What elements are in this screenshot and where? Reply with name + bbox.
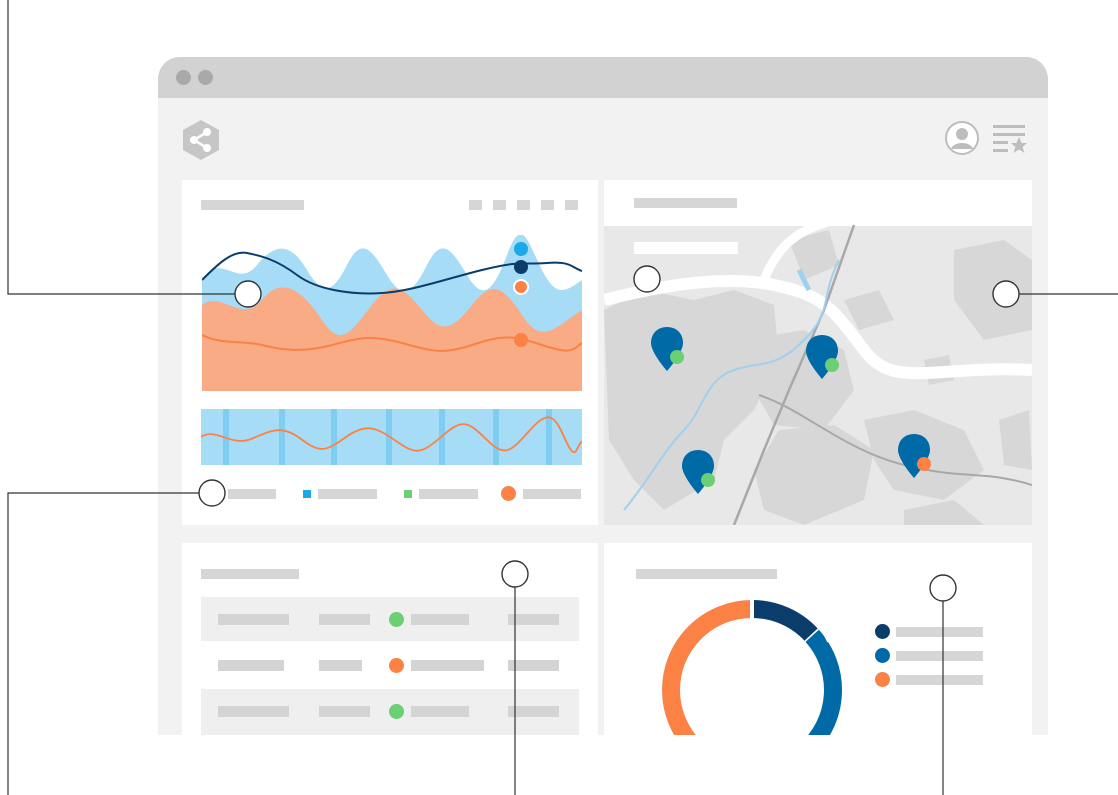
map-pin-icon[interactable] <box>649 325 689 375</box>
user-avatar-icon[interactable] <box>944 120 980 156</box>
data-point[interactable] <box>514 242 528 256</box>
table-cell <box>319 660 362 671</box>
data-point[interactable] <box>513 279 529 295</box>
chart-tool-button[interactable] <box>469 200 482 210</box>
chart-tool-button[interactable] <box>565 200 578 210</box>
table-cell <box>319 706 370 717</box>
status-dot <box>389 658 404 673</box>
legend-label-placeholder <box>896 675 983 685</box>
legend-label-placeholder <box>896 651 983 661</box>
legend-label-placeholder <box>228 489 276 499</box>
legend-dot <box>875 648 890 663</box>
legend-label-placeholder <box>896 627 983 637</box>
table-cell <box>508 614 559 625</box>
legend-label-placeholder <box>523 489 581 499</box>
legend-label-placeholder <box>419 489 478 499</box>
legend-label-placeholder <box>318 489 377 499</box>
legend-dot <box>875 672 890 687</box>
legend-dot <box>875 624 890 639</box>
legend-swatch <box>501 486 516 501</box>
data-point[interactable] <box>514 260 528 274</box>
window-titlebar <box>158 57 1048 98</box>
map-label-placeholder <box>634 242 738 254</box>
map-pin-icon[interactable] <box>804 333 844 383</box>
table-cell <box>218 614 289 625</box>
range-navigator[interactable] <box>201 409 582 465</box>
status-dot <box>389 612 404 627</box>
chart-title-placeholder <box>201 200 304 210</box>
table-title-placeholder <box>201 569 299 579</box>
table-cell <box>508 706 559 717</box>
starred-list-icon[interactable] <box>992 124 1028 156</box>
donut-title-placeholder <box>636 569 777 579</box>
table-cell <box>319 614 370 625</box>
map-pin-icon[interactable] <box>896 432 936 482</box>
chart-tool-button[interactable] <box>541 200 554 210</box>
table-cell <box>411 660 484 671</box>
donut-chart <box>600 590 900 735</box>
legend-swatch <box>404 490 412 498</box>
chart-tool-button[interactable] <box>493 200 506 210</box>
chart-tool-button[interactable] <box>517 200 530 210</box>
map-pin-icon[interactable] <box>680 448 720 498</box>
table-cell <box>218 706 289 717</box>
legend-swatch <box>303 490 311 498</box>
share-hexagon-icon[interactable] <box>180 118 222 162</box>
data-point[interactable] <box>514 333 528 347</box>
area-chart <box>202 235 582 391</box>
table-cell <box>411 614 469 625</box>
status-dot <box>389 704 404 719</box>
window-dot[interactable] <box>176 70 191 85</box>
table-cell <box>508 660 559 671</box>
map-title-placeholder <box>634 198 737 208</box>
table-cell <box>218 660 284 671</box>
window-dot[interactable] <box>198 70 213 85</box>
table-cell <box>411 706 469 717</box>
